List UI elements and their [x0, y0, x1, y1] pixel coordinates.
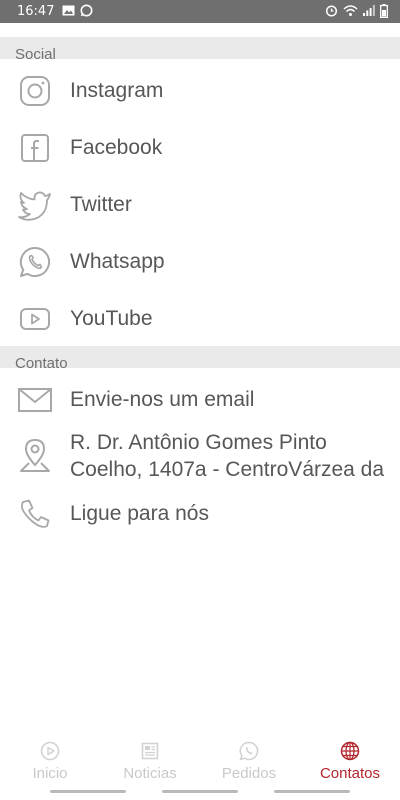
- whatsapp-icon: [16, 243, 54, 281]
- nav-inicio[interactable]: Inicio: [22, 739, 78, 782]
- social-section-header: Social: [0, 37, 400, 59]
- play-circle-icon: [22, 739, 78, 763]
- nav-pedidos[interactable]: Pedidos: [216, 739, 282, 782]
- youtube-label: YouTube: [70, 306, 153, 330]
- image-icon: [62, 4, 75, 17]
- nav-contatos[interactable]: Contatos: [309, 739, 391, 782]
- email-label: Envie-nos um email: [70, 387, 255, 411]
- phone-label: Ligue para nós: [70, 501, 209, 525]
- battery-icon: [380, 4, 388, 18]
- nav-indicator-bar: [162, 790, 238, 793]
- status-bar: 16:47: [0, 0, 400, 23]
- contato-section-header: Contato: [0, 346, 400, 368]
- whatsapp-row[interactable]: Whatsapp: [0, 233, 400, 290]
- newspaper-icon: [115, 739, 185, 763]
- alarm-icon: [325, 4, 338, 18]
- twitter-icon: [16, 186, 54, 224]
- email-row[interactable]: Envie-nos um email: [0, 371, 400, 428]
- bottom-navigation: Inicio Noticias Pedidos Contatos: [0, 733, 400, 800]
- phone-icon: [16, 495, 54, 533]
- nav-indicator-bar: [50, 790, 126, 793]
- facebook-label: Facebook: [70, 135, 163, 159]
- nav-pedidos-label: Pedidos: [221, 765, 277, 782]
- facebook-row[interactable]: Facebook: [0, 119, 400, 176]
- instagram-label: Instagram: [70, 78, 164, 102]
- top-spacer: [0, 23, 400, 37]
- location-pin-icon: [16, 437, 54, 475]
- signal-icon: [363, 4, 375, 18]
- nav-noticias-label: Noticias: [123, 765, 177, 782]
- instagram-icon: [16, 72, 54, 110]
- nav-inicio-label: Inicio: [32, 765, 68, 782]
- nav-contatos-label: Contatos: [319, 765, 381, 782]
- social-header-label: Social: [15, 46, 56, 59]
- whatsapp-icon: [216, 739, 282, 763]
- youtube-row[interactable]: YouTube: [0, 290, 400, 347]
- address-row[interactable]: R. Dr. Antônio Gomes Pinto Coelho, 1407a…: [0, 428, 400, 484]
- wifi-icon: [343, 4, 358, 18]
- twitter-row[interactable]: Twitter: [0, 176, 400, 233]
- globe-icon: [309, 739, 391, 763]
- whatsapp-notification-icon: [80, 4, 93, 17]
- facebook-icon: [16, 129, 54, 167]
- address-line1: R. Dr. Antônio Gomes Pinto: [70, 431, 327, 454]
- mail-icon: [16, 381, 54, 419]
- whatsapp-label: Whatsapp: [70, 249, 165, 273]
- status-time: 16:47: [17, 4, 55, 19]
- instagram-row[interactable]: Instagram: [0, 62, 400, 119]
- address-line2: Coelho, 1407a - CentroVárzea da: [70, 458, 385, 481]
- nav-noticias[interactable]: Noticias: [115, 739, 185, 782]
- contato-header-label: Contato: [15, 355, 68, 368]
- nav-indicator-bar: [274, 790, 350, 793]
- phone-row[interactable]: Ligue para nós: [0, 485, 400, 542]
- address-label: R. Dr. Antônio Gomes Pinto Coelho, 1407a…: [70, 429, 400, 483]
- twitter-label: Twitter: [70, 192, 132, 216]
- youtube-icon: [16, 300, 54, 338]
